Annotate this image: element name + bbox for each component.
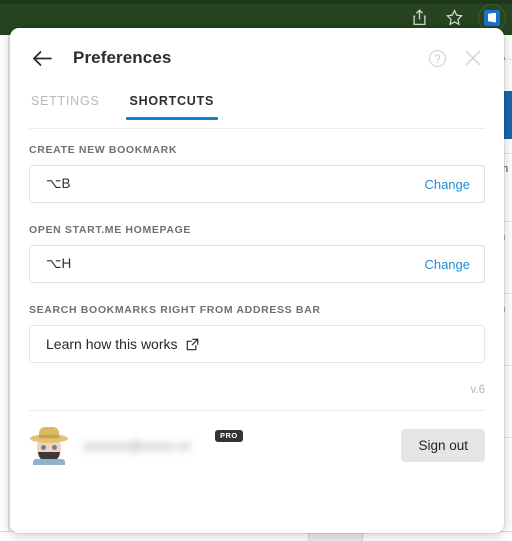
panel-header-actions <box>426 47 484 69</box>
panel-body: CREATE NEW BOOKMARK ⌥B Change OPEN START… <box>10 130 504 411</box>
star-icon[interactable] <box>443 7 465 29</box>
tab-settings[interactable]: SETTINGS <box>29 88 102 120</box>
shortcut-create-bookmark: CREATE NEW BOOKMARK ⌥B Change <box>29 144 485 203</box>
shortcut-input[interactable]: ⌥H Change <box>29 245 485 283</box>
page-title: Preferences <box>73 48 172 67</box>
shortcut-open-homepage: OPEN START.ME HOMEPAGE ⌥H Change <box>29 224 485 283</box>
startme-extension-glyph <box>484 9 500 26</box>
panel-footer: xxxxxxx@xxxxx.xx PRO Sign out <box>10 411 504 465</box>
share-icon[interactable] <box>408 7 430 29</box>
learn-how-this-works-label: Learn how this works <box>46 336 178 352</box>
version-label: v.6 <box>470 384 486 396</box>
pro-badge: PRO <box>215 430 243 442</box>
tab-bar-divider <box>29 128 485 129</box>
close-icon[interactable] <box>462 47 484 69</box>
avatar[interactable] <box>29 425 69 465</box>
avatar-shirt <box>33 459 65 465</box>
change-shortcut-link[interactable]: Change <box>424 257 470 272</box>
learn-how-this-works-link[interactable]: Learn how this works <box>29 325 485 363</box>
screen: e m n n s <box>0 0 512 541</box>
tab-shortcuts[interactable]: SHORTCUTS <box>125 88 218 120</box>
tab-bar: SETTINGS SHORTCUTS <box>10 88 504 130</box>
shortcut-value: ⌥B <box>46 176 71 191</box>
address-bar-search-section: SEARCH BOOKMARKS RIGHT FROM ADDRESS BAR … <box>29 304 485 363</box>
avatar-eye-right <box>52 445 57 450</box>
avatar-eye-left <box>41 445 46 450</box>
user-email: xxxxxxx@xxxxx.xx <box>83 437 191 453</box>
panel-header: Preferences <box>10 28 504 88</box>
help-circle-icon[interactable] <box>426 47 448 69</box>
change-shortcut-link[interactable]: Change <box>424 177 470 192</box>
preferences-panel: Preferences SETTINGS SHORTCUTS CREATE NE… <box>10 28 504 533</box>
sign-out-button[interactable]: Sign out <box>401 428 485 462</box>
background-left-strip <box>0 35 9 541</box>
avatar-hat-band <box>39 435 59 438</box>
shortcut-label: CREATE NEW BOOKMARK <box>29 144 178 156</box>
startme-extension-inner <box>488 12 496 23</box>
shortcut-label: OPEN START.ME HOMEPAGE <box>29 224 192 236</box>
shortcut-input[interactable]: ⌥B Change <box>29 165 485 203</box>
shortcut-value: ⌥H <box>46 256 72 271</box>
address-bar-search-label: SEARCH BOOKMARKS RIGHT FROM ADDRESS BAR <box>29 304 321 316</box>
back-arrow-icon[interactable] <box>29 45 55 71</box>
external-link-icon <box>186 337 200 351</box>
